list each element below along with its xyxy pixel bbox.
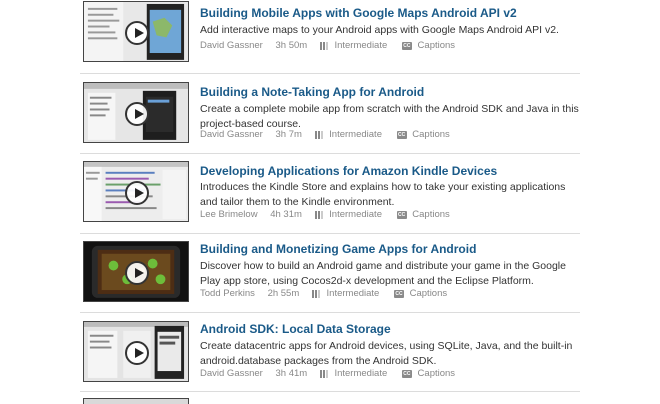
level-bars-icon: [319, 41, 329, 50]
course-description: Introduces the Kindle Store and explains…: [200, 181, 566, 208]
course-meta: David Gassner 3h 41m Intermediate CC Cap…: [200, 368, 455, 379]
course-captions: Captions: [417, 40, 456, 51]
play-icon[interactable]: [125, 181, 149, 205]
course-duration: 3h 50m: [275, 40, 308, 51]
course-captions: Captions: [412, 209, 450, 220]
course-captions: Captions: [409, 288, 448, 299]
course-title[interactable]: Building Mobile Apps with Google Maps An…: [200, 6, 517, 20]
course-item: Building Mobile Apps with Google Maps An…: [80, 0, 580, 70]
course-meta: Todd Perkins 2h 55m Intermediate CC Capt…: [200, 288, 447, 299]
course-author: Lee Brimelow: [200, 209, 258, 220]
course-description: Create datacentric apps for Android devi…: [200, 340, 573, 367]
course-level: Intermediate: [334, 368, 388, 379]
course-title[interactable]: Building a Note-Taking App for Android: [200, 85, 424, 99]
captions-icon: CC: [396, 210, 407, 219]
captions-icon: CC: [401, 41, 412, 50]
course-thumbnail[interactable]: [83, 161, 189, 222]
course-title[interactable]: Android SDK: Local Data Storage: [200, 322, 391, 336]
play-icon[interactable]: [125, 341, 149, 365]
play-icon[interactable]: [125, 102, 149, 126]
course-thumbnail[interactable]: [83, 321, 189, 382]
course-meta: Lee Brimelow 4h 31m Intermediate CC Capt…: [200, 209, 450, 220]
divider: [80, 153, 580, 154]
course-author: David Gassner: [200, 368, 263, 379]
course-description: Create a complete mobile app from scratc…: [200, 103, 579, 130]
course-captions: Captions: [417, 368, 456, 379]
level-bars-icon: [314, 210, 324, 219]
course-thumbnail[interactable]: [83, 1, 189, 62]
divider: [80, 233, 580, 234]
course-title[interactable]: Building and Monetizing Game Apps for An…: [200, 242, 476, 256]
course-level: Intermediate: [334, 40, 388, 51]
course-meta: David Gassner 3h 50m Intermediate CC Cap…: [200, 40, 455, 51]
course-duration: 2h 55m: [267, 288, 300, 299]
play-icon[interactable]: [125, 261, 149, 285]
course-duration: 3h 7m: [275, 129, 302, 140]
course-author: David Gassner: [200, 129, 263, 140]
divider: [80, 391, 580, 392]
course-item: Building a Note-Taking App for Android C…: [80, 79, 580, 151]
captions-icon: CC: [396, 130, 407, 139]
course-thumbnail[interactable]: [83, 241, 189, 302]
course-author: David Gassner: [200, 40, 263, 51]
divider: [80, 312, 580, 313]
level-bars-icon: [311, 289, 321, 298]
level-bars-icon: [319, 369, 329, 378]
course-meta: David Gassner 3h 7m Intermediate CC Capt…: [200, 129, 450, 140]
course-level: Intermediate: [326, 288, 380, 299]
course-thumbnail[interactable]: [83, 82, 189, 143]
course-level: Intermediate: [329, 129, 382, 140]
course-level: Intermediate: [329, 209, 382, 220]
course-item: Building and Monetizing Game Apps for An…: [80, 239, 580, 311]
level-bars-icon: [314, 130, 324, 139]
course-description: Discover how to build an Android game an…: [200, 260, 566, 287]
course-author: Todd Perkins: [200, 288, 255, 299]
course-duration: 3h 41m: [275, 368, 308, 379]
course-item: Developing Applications for Amazon Kindl…: [80, 159, 580, 231]
captions-icon: CC: [393, 289, 404, 298]
course-description: Add interactive maps to your Android app…: [200, 24, 559, 36]
course-title[interactable]: Developing Applications for Amazon Kindl…: [200, 164, 497, 178]
course-thumbnail[interactable]: [83, 398, 189, 404]
divider: [80, 73, 580, 74]
course-duration: 4h 31m: [270, 209, 302, 220]
play-icon[interactable]: [125, 21, 149, 45]
captions-icon: CC: [401, 369, 412, 378]
course-captions: Captions: [412, 129, 450, 140]
course-item: Android SDK: Local Data Storage Create d…: [80, 318, 580, 390]
